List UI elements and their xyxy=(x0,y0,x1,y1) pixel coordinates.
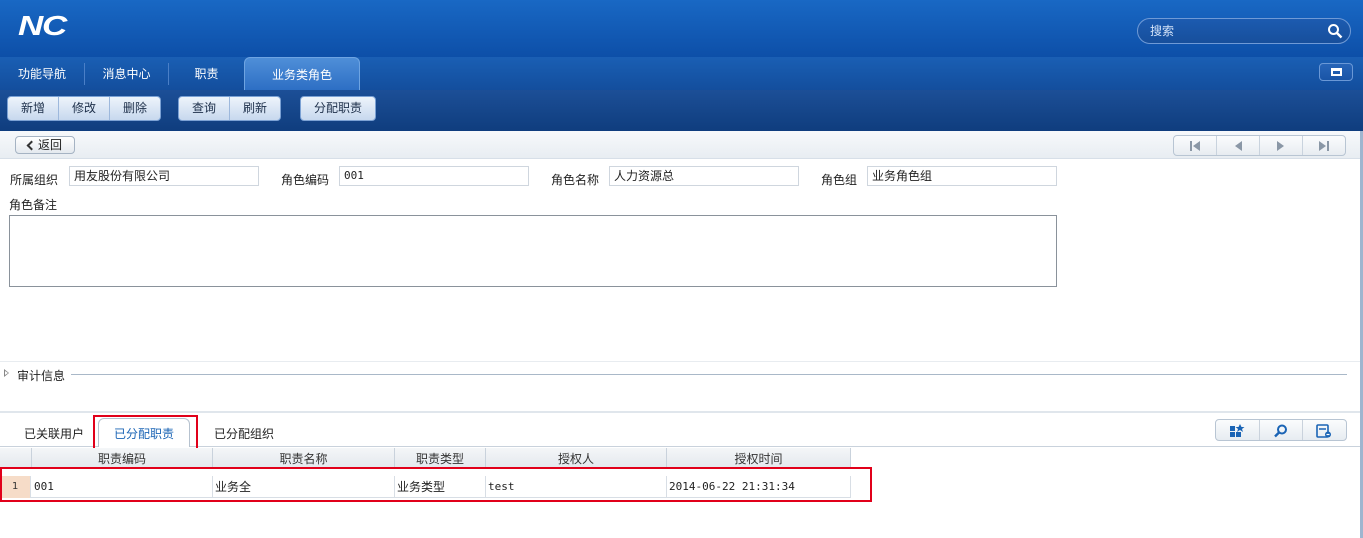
next-record-button[interactable] xyxy=(1260,136,1303,155)
grid-header: 职责编码 职责名称 职责类型 授权人 授权时间 xyxy=(0,448,851,469)
assign-duty-button[interactable]: 分配职责 xyxy=(301,97,375,120)
role-remark-textarea[interactable] xyxy=(9,215,1057,287)
column-header[interactable]: 授权人 xyxy=(486,448,667,469)
audit-info-label: 审计信息 xyxy=(17,369,66,383)
magnifier-icon xyxy=(1273,424,1287,438)
tab-duty[interactable]: 职责 xyxy=(169,57,244,90)
content-area: 返回 所属组织 用友股份有限公司 角色编码 001 角色名称 人力资源总 角色组… xyxy=(0,131,1360,538)
nc-logo: NC xyxy=(18,10,67,41)
search-box[interactable] xyxy=(1137,18,1351,44)
print-setting-icon xyxy=(1316,424,1332,438)
query-button-group: 查询 刷新 xyxy=(178,96,282,121)
tab-function-nav[interactable]: 功能导航 xyxy=(0,57,84,90)
expand-arrow-icon[interactable] xyxy=(4,369,9,377)
column-header[interactable]: 职责编码 xyxy=(32,448,213,469)
row-number-header xyxy=(0,448,32,469)
last-record-button[interactable] xyxy=(1303,136,1345,155)
tab-linked-users[interactable]: 已关联用户 xyxy=(24,423,84,445)
edit-button-group: 新增 修改 删除 xyxy=(7,96,162,121)
column-header[interactable]: 职责类型 xyxy=(395,448,486,469)
main-nav: 功能导航 消息中心 职责 业务类角色 xyxy=(0,57,1363,90)
first-icon xyxy=(1190,141,1200,151)
bottom-panel: 已关联用户 已分配职责 已分配组织 职责编码 职责名称 职责类型 授权人 授权时… xyxy=(0,411,1360,538)
last-icon xyxy=(1319,141,1329,151)
prev-icon xyxy=(1235,141,1242,151)
grid-print-button[interactable] xyxy=(1303,420,1346,440)
maximize-button[interactable] xyxy=(1319,63,1353,81)
role-group-label: 角色组 xyxy=(821,173,858,187)
next-icon xyxy=(1277,141,1284,151)
tab-message-center[interactable]: 消息中心 xyxy=(85,57,168,90)
section-divider xyxy=(0,361,1360,362)
role-code-field[interactable]: 001 xyxy=(339,166,529,186)
top-header: NC xyxy=(0,0,1363,57)
grid-search-button[interactable] xyxy=(1260,420,1304,440)
query-button[interactable]: 查询 xyxy=(179,97,231,120)
record-pager xyxy=(1173,135,1346,156)
tab-highlight-box xyxy=(93,415,198,450)
tab-assigned-orgs[interactable]: 已分配组织 xyxy=(214,423,274,445)
role-group-field[interactable]: 业务角色组 xyxy=(867,166,1057,186)
role-code-label: 角色编码 xyxy=(281,173,330,187)
search-input[interactable] xyxy=(1150,23,1320,39)
column-header[interactable]: 授权时间 xyxy=(667,448,851,469)
audit-info-section[interactable]: 审计信息 xyxy=(0,364,1360,386)
sub-toolbar: 返回 xyxy=(0,131,1360,159)
bottom-tabs: 已关联用户 已分配职责 已分配组织 xyxy=(0,413,1360,450)
role-name-field[interactable]: 人力资源总 xyxy=(609,166,799,186)
delete-button[interactable]: 删除 xyxy=(110,97,160,120)
org-label: 所属组织 xyxy=(10,173,59,187)
role-name-label: 角色名称 xyxy=(551,173,600,187)
tab-business-role[interactable]: 业务类角色 xyxy=(244,57,360,90)
grid-config-button[interactable] xyxy=(1216,420,1260,440)
window-icon xyxy=(1331,68,1342,76)
first-record-button[interactable] xyxy=(1174,136,1217,155)
audit-divider xyxy=(71,374,1347,375)
refresh-button[interactable]: 刷新 xyxy=(230,97,280,120)
org-field[interactable]: 用友股份有限公司 xyxy=(69,166,259,186)
row-highlight-box xyxy=(0,467,872,502)
action-toolbar: 新增 修改 删除 查询 刷新 分配职责 xyxy=(0,90,1363,131)
assign-button-group: 分配职责 xyxy=(300,96,377,121)
back-button[interactable]: 返回 xyxy=(15,136,75,154)
grid-settings-icon xyxy=(1230,424,1245,437)
edit-button[interactable]: 修改 xyxy=(59,97,111,120)
grid-tools xyxy=(1215,419,1347,441)
column-header[interactable]: 职责名称 xyxy=(213,448,395,469)
search-icon[interactable] xyxy=(1327,23,1343,39)
app-window: NC 功能导航 消息中心 职责 业务类角色 新增 修改 删除 查询 刷新 分配职… xyxy=(0,0,1363,538)
add-button[interactable]: 新增 xyxy=(8,97,60,120)
prev-record-button[interactable] xyxy=(1217,136,1260,155)
role-remark-label: 角色备注 xyxy=(9,198,58,212)
